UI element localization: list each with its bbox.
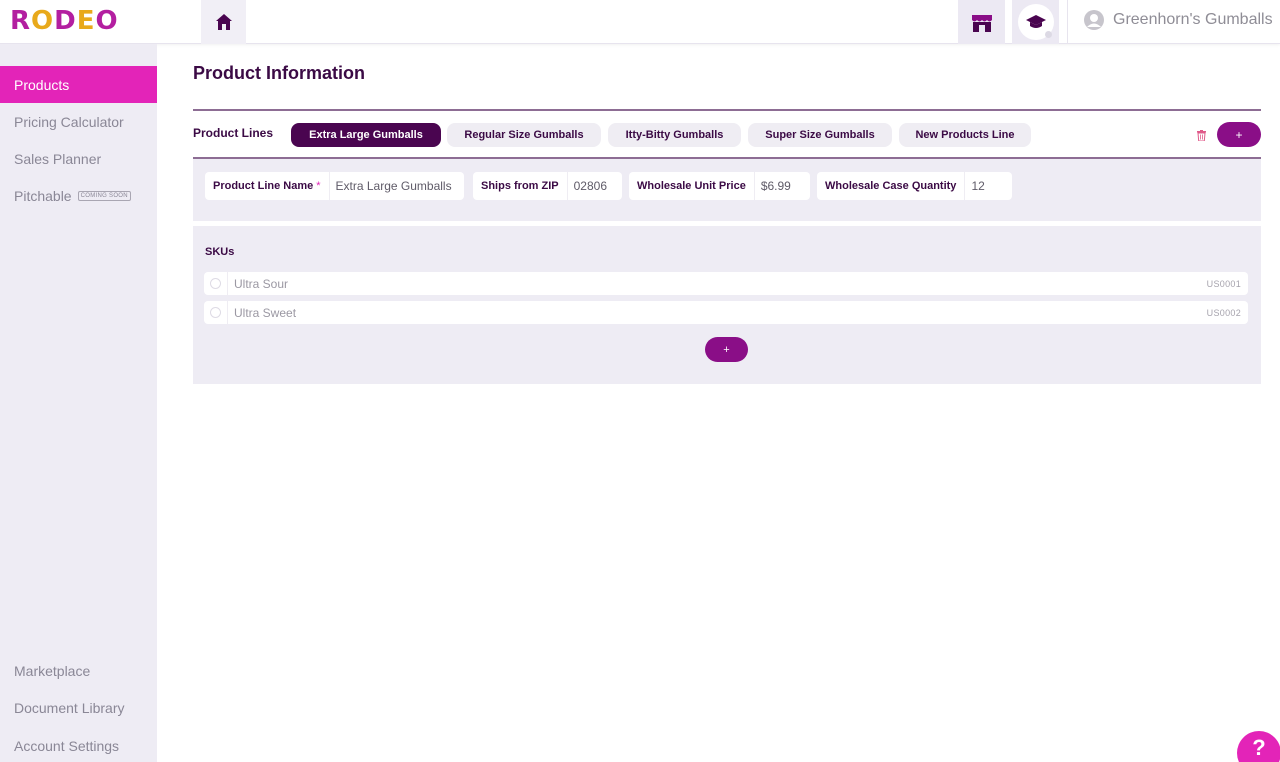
sku-code: US0001 (1206, 278, 1241, 289)
field-label: Wholesale Case Quantity (817, 172, 966, 200)
add-product-line-button[interactable]: + (1217, 122, 1261, 147)
header-divider (1067, 0, 1068, 44)
skus-title: SKUs (205, 246, 235, 258)
education-button[interactable] (1012, 0, 1059, 44)
coming-soon-badge: COMING SOON (77, 190, 131, 201)
tab-new-products-line[interactable]: New Products Line (899, 123, 1031, 147)
field-label: Wholesale Unit Price (629, 172, 755, 200)
delete-line-button[interactable] (1193, 127, 1209, 143)
sku-radio[interactable] (204, 301, 228, 324)
sidebar-item-marketplace[interactable]: Marketplace (0, 652, 157, 689)
sidebar-item-products[interactable]: Products (0, 66, 157, 103)
avatar-icon (1084, 10, 1104, 30)
wholesale-case-quantity-input[interactable]: 12 (965, 179, 990, 193)
sidebar-item-label: Pricing Calculator (14, 113, 124, 130)
ships-from-zip-field: Ships from ZIP 02806 (473, 172, 622, 200)
house-icon (215, 14, 232, 30)
sidebar-item-label: Sales Planner (14, 150, 102, 167)
ships-from-zip-input[interactable]: 02806 (568, 179, 613, 193)
product-line-fields: Product Line Name * Extra Large Gumballs … (193, 159, 1261, 221)
sidebar-item-document-library[interactable]: Document Library (0, 689, 157, 726)
wholesale-unit-price-field: Wholesale Unit Price $6.99 (629, 172, 810, 200)
home-button[interactable] (201, 0, 246, 44)
user-name: Greenhorn's Gumballs (1113, 11, 1273, 28)
sidebar-item-pricing-calculator[interactable]: Pricing Calculator (0, 103, 157, 140)
sidebar-item-account-settings[interactable]: Account Settings (0, 727, 157, 762)
field-label: Product Line Name * (205, 172, 330, 200)
sku-radio[interactable] (204, 272, 228, 295)
sidebar: Products Pricing Calculator Sales Planne… (0, 44, 157, 762)
help-button[interactable]: ? (1237, 731, 1280, 762)
skus-panel: SKUs Ultra Sour US0001 Ultra Sweet US000… (193, 226, 1261, 384)
product-lines-label: Product Lines (193, 126, 274, 140)
marketplace-button[interactable] (958, 0, 1005, 44)
tab-itty-bitty-gumballs[interactable]: Itty-Bitty Gumballs (608, 123, 741, 147)
sidebar-item-label: Marketplace (14, 662, 91, 679)
sku-name[interactable]: Ultra Sour (228, 277, 1207, 291)
required-marker: * (316, 180, 321, 192)
product-line-name-field: Product Line Name * Extra Large Gumballs (205, 172, 464, 200)
wholesale-unit-price-input[interactable]: $6.99 (755, 179, 797, 193)
product-line-name-input[interactable]: Extra Large Gumballs (330, 179, 458, 193)
sidebar-item-pitchable[interactable]: Pitchable COMING SOON (0, 177, 157, 214)
sidebar-item-sales-planner[interactable]: Sales Planner (0, 140, 157, 177)
field-label: Ships from ZIP (473, 172, 568, 200)
tab-super-size-gumballs[interactable]: Super Size Gumballs (748, 123, 892, 147)
tab-extra-large-gumballs[interactable]: Extra Large Gumballs (291, 123, 441, 147)
user-menu[interactable]: Greenhorn's Gumballs (1083, 8, 1273, 32)
sidebar-item-label: Document Library (14, 699, 125, 716)
top-bar: RODEO Greenhorn's Gumballs (0, 0, 1280, 44)
storefront-icon (971, 15, 992, 32)
tab-regular-size-gumballs[interactable]: Regular Size Gumballs (447, 123, 601, 147)
wholesale-case-quantity-field: Wholesale Case Quantity 12 (817, 172, 1012, 200)
rodeo-logo[interactable]: RODEO (10, 6, 119, 36)
add-sku-button[interactable]: + (705, 337, 748, 362)
sidebar-item-label: Account Settings (14, 737, 120, 754)
sidebar-item-label: Pitchable (14, 187, 72, 204)
sidebar-item-label: Products (14, 76, 70, 93)
graduation-cap-icon (1025, 15, 1046, 28)
sku-row[interactable]: Ultra Sour US0001 (204, 272, 1248, 295)
sku-name[interactable]: Ultra Sweet (228, 306, 1207, 320)
page-title: Product Information (193, 63, 365, 83)
sku-row[interactable]: Ultra Sweet US0002 (204, 301, 1248, 324)
divider (193, 109, 1261, 111)
trash-icon (1196, 129, 1206, 141)
sku-code: US0002 (1206, 307, 1241, 318)
